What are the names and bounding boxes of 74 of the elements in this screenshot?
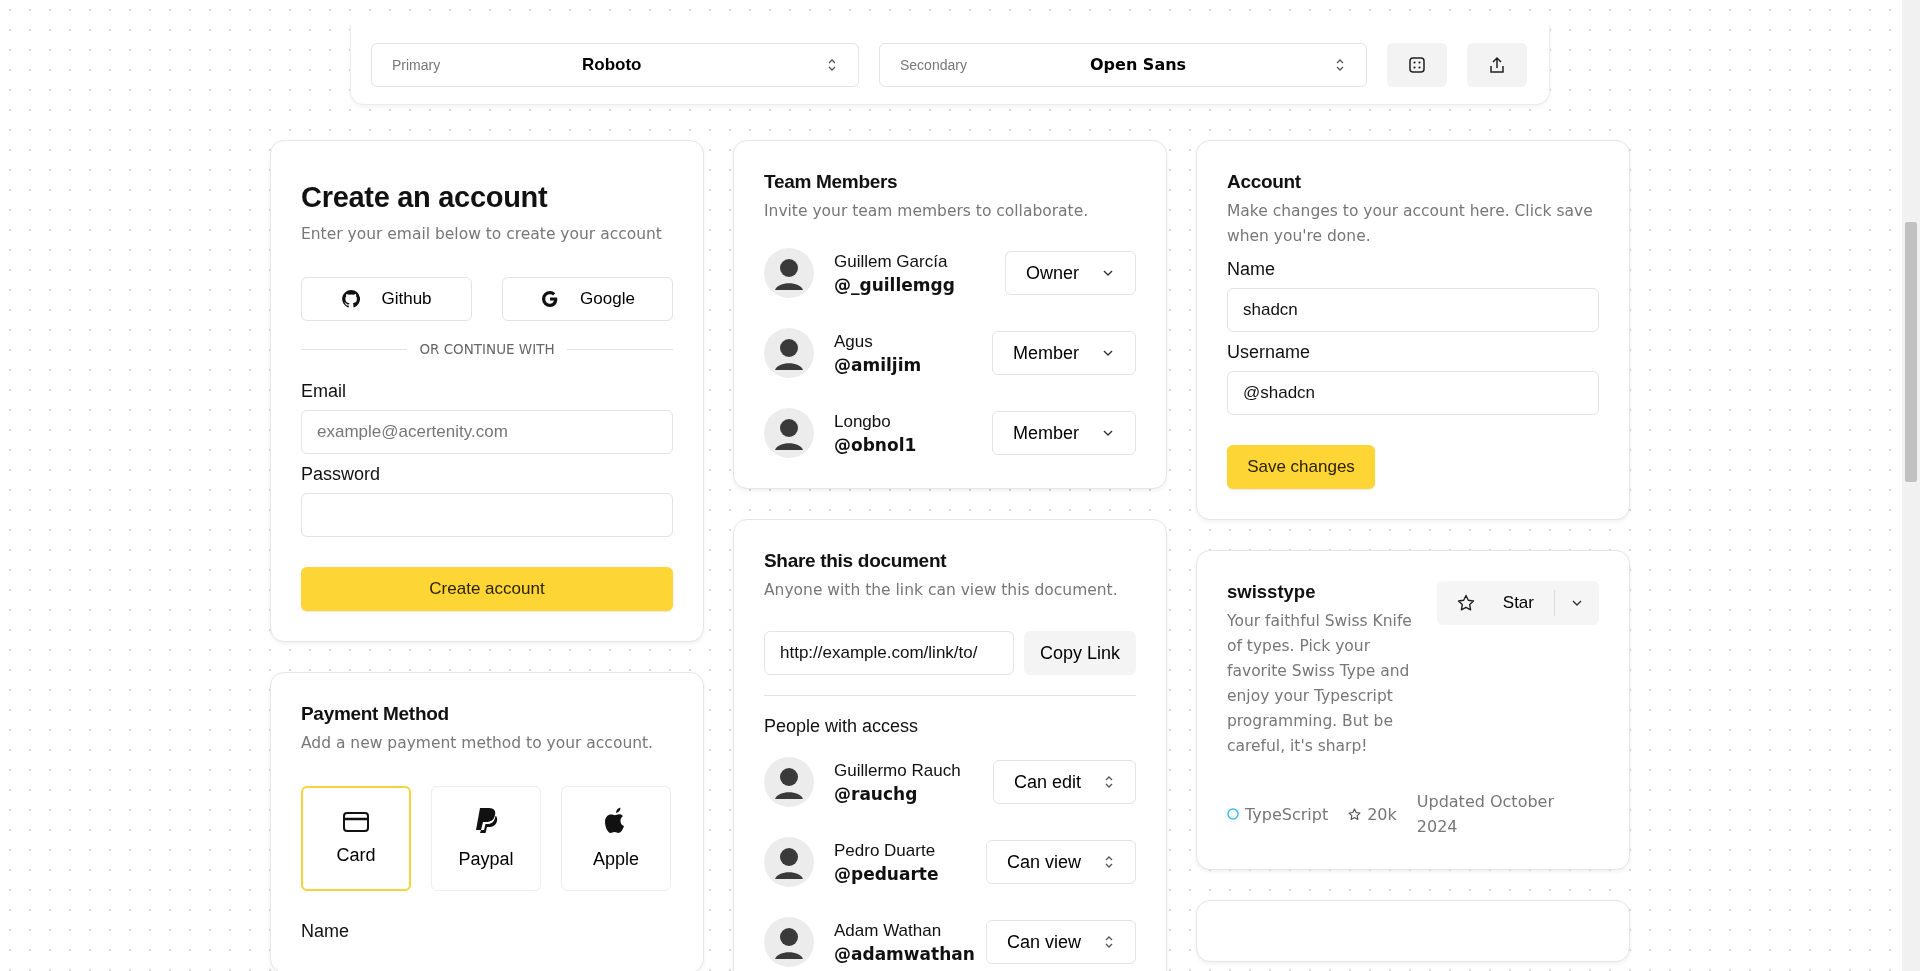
- input-field[interactable]: example@acertenity.com: [301, 410, 673, 454]
- random-button[interactable]: [1387, 42, 1447, 87]
- avatar: [764, 328, 814, 378]
- avatar: [764, 837, 814, 887]
- field-label: Password: [301, 464, 382, 485]
- payment-option[interactable]: Paypal: [431, 786, 541, 891]
- member-name: Longbo: [834, 411, 892, 432]
- person-handle: @rauchg: [834, 783, 919, 804]
- field-label: Username: [1227, 342, 1312, 363]
- field-label: Email: [301, 381, 347, 402]
- member-handle: @_guillemgg: [834, 274, 956, 295]
- share-button[interactable]: [1467, 42, 1527, 87]
- person-name: Guillermo Rauch: [834, 760, 962, 781]
- card-title: Create an account: [301, 181, 549, 214]
- create-account-button[interactable]: Create account: [301, 567, 673, 611]
- divider-text: OR CONTINUE WITH: [419, 341, 555, 357]
- member-handle: @amiljim: [834, 354, 923, 375]
- repo-language: TypeScript: [1245, 804, 1329, 824]
- payment-option[interactable]: Card: [301, 786, 411, 891]
- star-icon: [1348, 807, 1362, 821]
- star-icon: [1456, 594, 1475, 612]
- card-description: Anyone with the link can view this document.: [764, 580, 1119, 601]
- github-icon: [341, 289, 362, 309]
- card-title: Share this document: [764, 550, 948, 572]
- person-name: Pedro Duarte: [834, 840, 937, 861]
- role-dropdown[interactable]: Member: [992, 411, 1136, 455]
- section-heading: People with access: [764, 716, 920, 737]
- language-dot-icon: [1227, 808, 1239, 820]
- card-title: Team Members: [764, 171, 899, 193]
- card-title: Payment Method: [301, 703, 450, 725]
- permission-select[interactable]: Can view: [985, 840, 1136, 884]
- font-select[interactable]: Secondary Open Sans: [879, 42, 1367, 87]
- permission-select[interactable]: Can edit: [992, 760, 1136, 804]
- save-button[interactable]: Save changes: [1227, 445, 1375, 489]
- member-handle: @obnol1: [834, 434, 918, 455]
- repo-name: swisstype: [1227, 581, 1317, 603]
- github-button[interactable]: Github: [301, 277, 472, 321]
- member-name: Guillem García: [834, 251, 949, 272]
- avatar: [764, 408, 814, 458]
- font-select[interactable]: Primary Roboto: [371, 42, 859, 87]
- chevron-up-down-icon: [1103, 854, 1115, 870]
- card-description: Invite your team members to collaborate.: [764, 201, 1090, 222]
- copy-link-button[interactable]: Copy Link: [1024, 631, 1136, 675]
- link-field[interactable]: http://example.com/link/to/: [764, 631, 1014, 675]
- updated-date: Updated October 2024: [1416, 791, 1555, 838]
- card-description: Add a new payment method to your account.: [301, 733, 655, 754]
- card-description: Make changes to your account here. Click save when you're done.: [1227, 201, 1594, 247]
- dice-icon: [1408, 55, 1426, 74]
- input-field[interactable]: shadcn: [1227, 288, 1599, 332]
- avatar: [764, 248, 814, 298]
- person-name: Adam Wathan: [834, 920, 943, 941]
- payment-option[interactable]: Apple: [561, 786, 671, 891]
- chevron-up-down-icon: [1103, 934, 1115, 950]
- star-count: 20k: [1367, 804, 1397, 824]
- share-icon: [1488, 55, 1506, 74]
- google-button[interactable]: Google: [502, 277, 673, 321]
- card-title: Account: [1227, 171, 1302, 193]
- permission-select[interactable]: Can view: [985, 920, 1136, 964]
- input-field[interactable]: [301, 493, 673, 537]
- role-dropdown[interactable]: Member: [992, 331, 1136, 375]
- role-dropdown[interactable]: Owner: [1005, 251, 1136, 295]
- field-label: Name: [1227, 259, 1276, 280]
- chevron-up-down-icon: [1103, 774, 1115, 790]
- avatar: [764, 757, 814, 807]
- avatar: [764, 917, 814, 967]
- card-description: Enter your email below to create your account: [301, 224, 663, 245]
- credit-card-icon: [342, 811, 370, 833]
- person-handle: @peduarte: [834, 863, 940, 884]
- scrollbar[interactable]: [1902, 0, 1920, 971]
- field-label: Name: [301, 921, 350, 942]
- input-field[interactable]: @shadcn: [1227, 371, 1599, 415]
- person-handle: @adamwathan: [834, 943, 976, 964]
- member-name: Agus: [834, 331, 874, 352]
- repo-description: Your faithful Swiss Knife of types. Pick your favorite Swiss Type and enjoy your Typescript programming. But be careful, it's sharp!: [1227, 611, 1413, 757]
